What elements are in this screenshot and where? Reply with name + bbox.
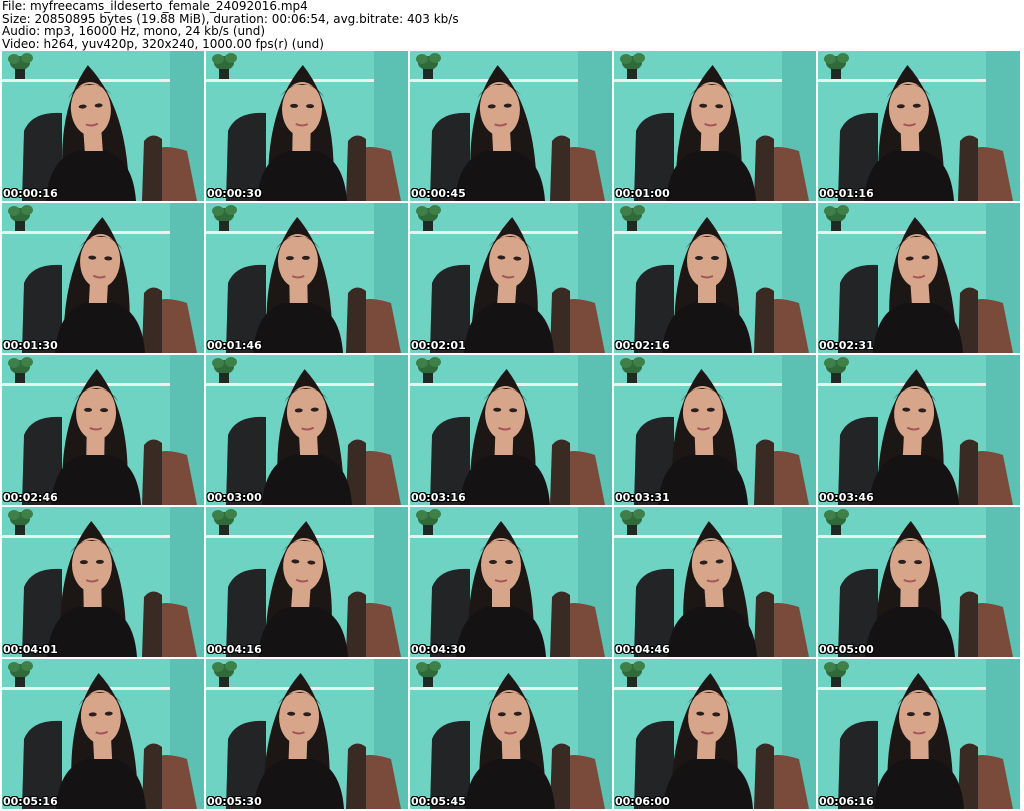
thumbnail-timestamp: 00:03:16 bbox=[411, 491, 466, 504]
video-thumbnail: 00:05:45 bbox=[410, 659, 612, 809]
video-frame-image bbox=[206, 659, 408, 809]
video-thumbnail: 00:06:00 bbox=[614, 659, 816, 809]
video-thumbnail: 00:01:46 bbox=[206, 203, 408, 353]
video-frame-image bbox=[2, 51, 204, 201]
thumbnail-timestamp: 00:00:30 bbox=[207, 187, 262, 200]
video-frame-image bbox=[206, 51, 408, 201]
thumbnail-timestamp: 00:06:00 bbox=[615, 795, 670, 808]
file-name-line: File: myfreecams_ildeserto_female_240920… bbox=[2, 0, 308, 13]
video-frame-image bbox=[818, 203, 1020, 353]
video-thumbnail: 00:03:00 bbox=[206, 355, 408, 505]
video-thumbnail: 00:02:01 bbox=[410, 203, 612, 353]
video-frame-image bbox=[614, 355, 816, 505]
video-frame-image bbox=[2, 507, 204, 657]
thumbnail-timestamp: 00:02:31 bbox=[819, 339, 874, 352]
video-frame-image bbox=[818, 659, 1020, 809]
thumbnail-timestamp: 00:02:01 bbox=[411, 339, 466, 352]
thumbnail-timestamp: 00:04:46 bbox=[615, 643, 670, 656]
video-frame-image bbox=[2, 659, 204, 809]
thumbnail-timestamp: 00:04:30 bbox=[411, 643, 466, 656]
video-frame-image bbox=[410, 355, 612, 505]
video-frame-image bbox=[206, 355, 408, 505]
thumbnail-timestamp: 00:02:16 bbox=[615, 339, 670, 352]
thumbnail-timestamp: 00:05:16 bbox=[3, 795, 58, 808]
thumbnail-timestamp: 00:04:01 bbox=[3, 643, 58, 656]
video-frame-image bbox=[410, 507, 612, 657]
video-thumbnail: 00:03:31 bbox=[614, 355, 816, 505]
thumbnail-timestamp: 00:00:16 bbox=[3, 187, 58, 200]
video-thumbnail: 00:02:16 bbox=[614, 203, 816, 353]
video-frame-image bbox=[614, 507, 816, 657]
video-thumbnail: 00:01:00 bbox=[614, 51, 816, 201]
video-thumbnail: 00:01:16 bbox=[818, 51, 1020, 201]
video-thumbnail: 00:05:00 bbox=[818, 507, 1020, 657]
video-thumbnail: 00:04:46 bbox=[614, 507, 816, 657]
video-frame-image bbox=[206, 507, 408, 657]
video-frame-image bbox=[206, 203, 408, 353]
video-frame-image bbox=[818, 51, 1020, 201]
video-thumbnail: 00:02:46 bbox=[2, 355, 204, 505]
thumbnail-timestamp: 00:05:30 bbox=[207, 795, 262, 808]
video-thumbnail: 00:00:45 bbox=[410, 51, 612, 201]
thumbnail-timestamp: 00:03:46 bbox=[819, 491, 874, 504]
thumbnail-grid: 00:00:16 00:00:30 00:00:45 00:01:00 00:01:16… bbox=[2, 51, 1022, 811]
video-thumbnail: 00:02:31 bbox=[818, 203, 1020, 353]
video-thumbnail: 00:04:30 bbox=[410, 507, 612, 657]
video-thumbnail: 00:05:16 bbox=[2, 659, 204, 809]
thumbnail-timestamp: 00:05:45 bbox=[411, 795, 466, 808]
video-thumbnail: 00:05:30 bbox=[206, 659, 408, 809]
file-info-header: File: myfreecams_ildeserto_female_240920… bbox=[2, 0, 1020, 50]
video-thumbnail: 00:01:30 bbox=[2, 203, 204, 353]
thumbnail-timestamp: 00:03:00 bbox=[207, 491, 262, 504]
thumbnail-timestamp: 00:00:45 bbox=[411, 187, 466, 200]
thumbnail-timestamp: 00:05:00 bbox=[819, 643, 874, 656]
video-frame-image bbox=[2, 355, 204, 505]
video-thumbnail: 00:06:16 bbox=[818, 659, 1020, 809]
thumbnail-timestamp: 00:06:16 bbox=[819, 795, 874, 808]
video-info-line: Video: h264, yuv420p, 320x240, 1000.00 f… bbox=[2, 36, 324, 51]
thumbnail-timestamp: 00:01:00 bbox=[615, 187, 670, 200]
thumbnail-timestamp: 00:02:46 bbox=[3, 491, 58, 504]
video-thumbnail: 00:04:16 bbox=[206, 507, 408, 657]
video-thumbnail: 00:04:01 bbox=[2, 507, 204, 657]
thumbnail-timestamp: 00:01:46 bbox=[207, 339, 262, 352]
thumbnail-timestamp: 00:04:16 bbox=[207, 643, 262, 656]
video-frame-image bbox=[410, 659, 612, 809]
video-thumbnail: 00:03:46 bbox=[818, 355, 1020, 505]
video-thumbnail: 00:00:30 bbox=[206, 51, 408, 201]
video-thumbnail: 00:03:16 bbox=[410, 355, 612, 505]
video-frame-image bbox=[410, 51, 612, 201]
video-frame-image bbox=[410, 203, 612, 353]
audio-info-line: Audio: mp3, 16000 Hz, mono, 24 kb/s (und… bbox=[2, 24, 266, 38]
video-frame-image bbox=[818, 507, 1020, 657]
video-frame-image bbox=[614, 51, 816, 201]
video-frame-image bbox=[2, 203, 204, 353]
video-thumbnail: 00:00:16 bbox=[2, 51, 204, 201]
thumbnail-timestamp: 00:01:16 bbox=[819, 187, 874, 200]
video-frame-image bbox=[818, 355, 1020, 505]
video-frame-image bbox=[614, 659, 816, 809]
thumbnail-timestamp: 00:03:31 bbox=[615, 491, 670, 504]
thumbnail-timestamp: 00:01:30 bbox=[3, 339, 58, 352]
video-frame-image bbox=[614, 203, 816, 353]
